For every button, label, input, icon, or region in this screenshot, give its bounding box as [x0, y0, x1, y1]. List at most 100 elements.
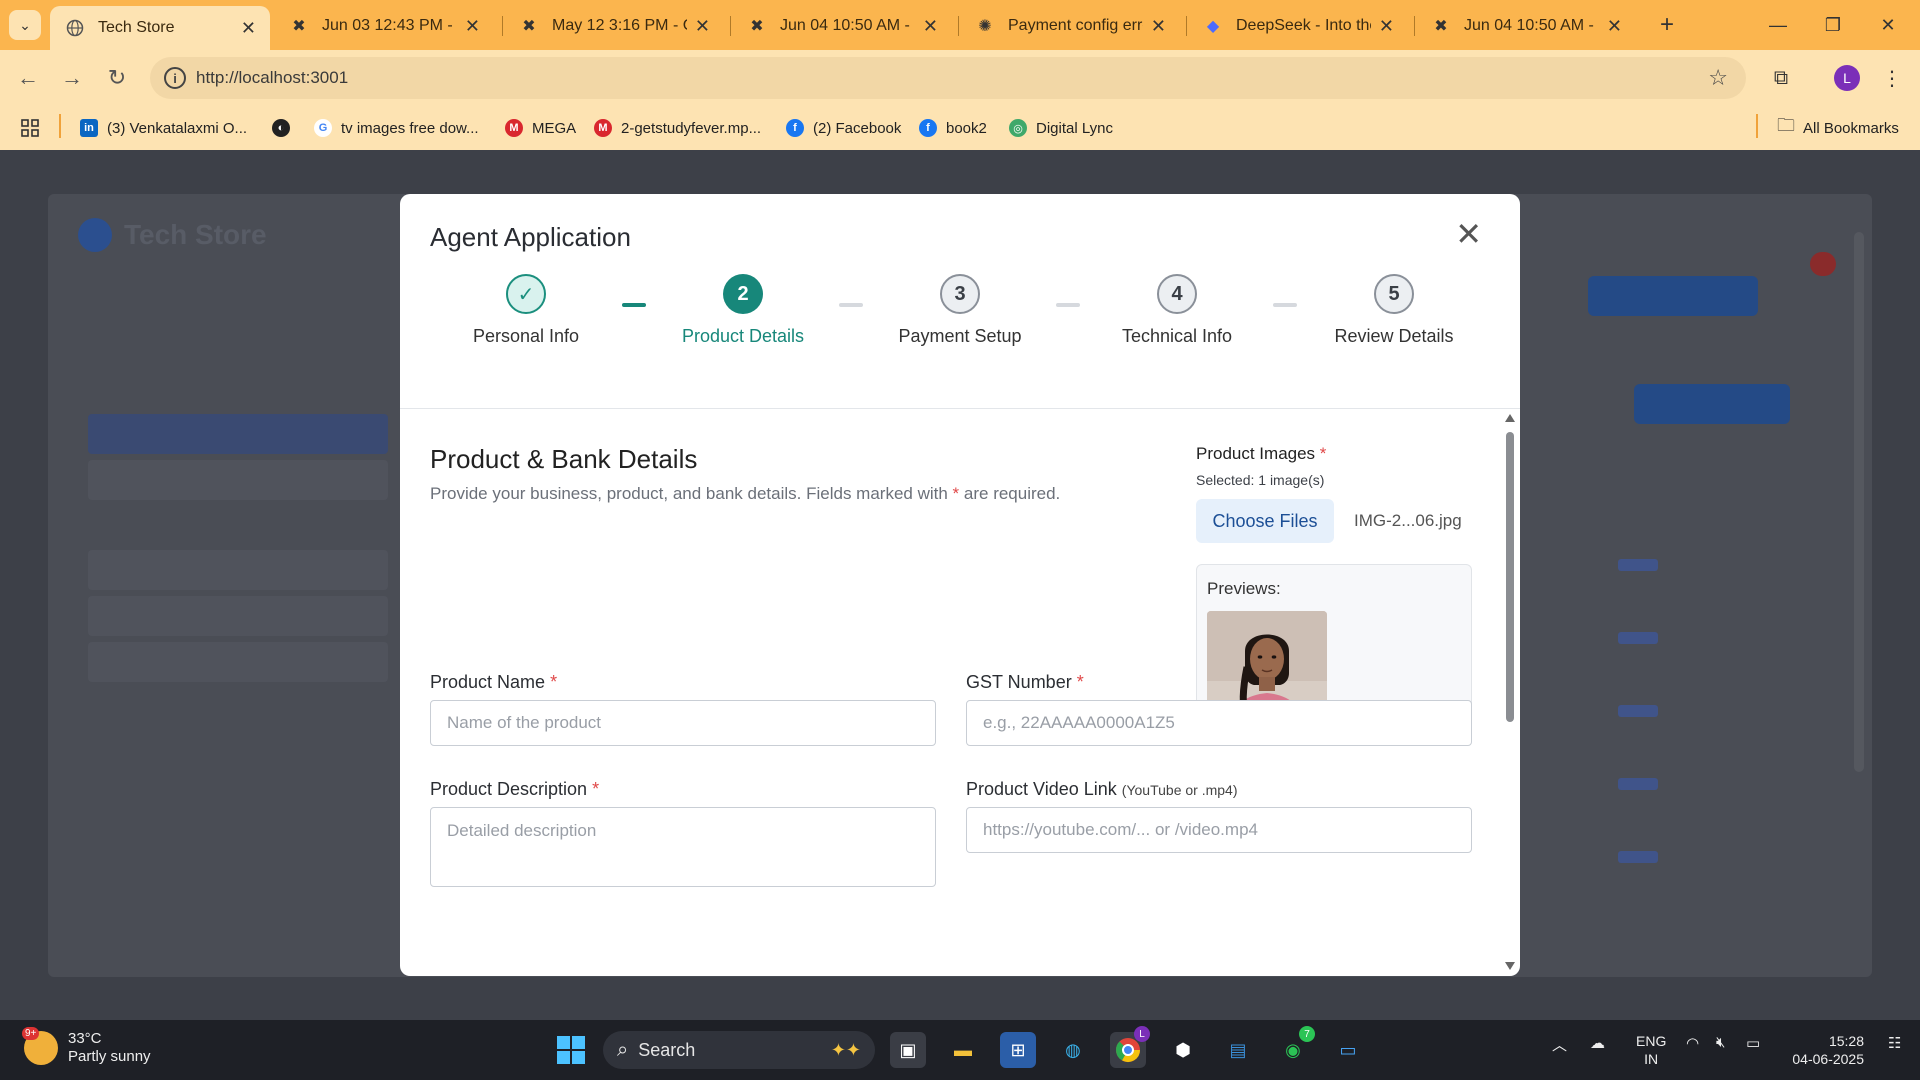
url-text: http://localhost:3001	[196, 68, 349, 87]
tab-item[interactable]: ✺ Payment config error ✕	[960, 6, 1180, 46]
label-text: Product Description	[430, 779, 588, 799]
tab-title: Payment config error	[1008, 17, 1143, 34]
product-video-input[interactable]: https://youtube.com/... or /video.mp4	[966, 807, 1472, 853]
label-text: Product Video Link	[966, 779, 1117, 799]
terminal-icon[interactable]: ⬢	[1165, 1032, 1201, 1068]
dimmed-link	[1618, 705, 1658, 717]
wifi-icon[interactable]: ◠	[1686, 1034, 1699, 1052]
product-description-textarea[interactable]: Detailed description	[430, 807, 936, 887]
notifications-icon[interactable]: ☷	[1888, 1034, 1901, 1052]
weather-widget[interactable]: 9+ 33°C Partly sunny	[22, 1027, 151, 1066]
clock[interactable]: 15:28 04-06-2025	[1784, 1032, 1864, 1068]
check-icon: ✓	[506, 274, 546, 314]
tab-item[interactable]: ✖ Jun 03 12:43 PM - Co ✕	[274, 6, 494, 46]
bookmark-item[interactable]: in (3) Venkatalaxmi O...	[80, 116, 247, 140]
restore-button[interactable]: ❐	[1813, 10, 1853, 40]
dimmed-row	[88, 550, 388, 590]
new-tab-button[interactable]: +	[1651, 10, 1683, 40]
menu-kebab-icon[interactable]: ⋮	[1876, 62, 1908, 94]
step-personal-info[interactable]: ✓ Personal Info	[426, 274, 626, 347]
step-number: 3	[940, 274, 980, 314]
bookmarks-bar: in (3) Venkatalaxmi O... ◐ G tv images f…	[0, 106, 1920, 150]
whatsapp-icon[interactable]: ◉ 7	[1275, 1026, 1315, 1068]
bookmark-item[interactable]: G tv images free dow...	[314, 116, 479, 140]
close-icon[interactable]: ✕	[695, 16, 710, 37]
selected-file-name: IMG-2...06.jpg	[1354, 511, 1462, 530]
scrollbar-thumb[interactable]	[1506, 432, 1514, 722]
close-icon[interactable]: ✕	[465, 16, 480, 37]
tab-title: Jun 04 10:50 AM - Co	[780, 17, 915, 34]
extensions-icon[interactable]: ⧉	[1765, 62, 1797, 94]
bookmark-star-icon[interactable]: ☆	[1708, 65, 1728, 91]
browser-toolbar: ← → ↻ i http://localhost:3001 ☆ ⧉ L ⋮	[0, 50, 1920, 106]
weather-sun-icon: 9+	[22, 1027, 58, 1065]
product-name-input[interactable]: Name of the product	[430, 700, 936, 746]
choose-files-button[interactable]: Choose Files	[1196, 499, 1334, 543]
bookmark-item[interactable]: ◐	[272, 116, 299, 140]
onedrive-icon[interactable]: ☁	[1590, 1034, 1605, 1052]
bookmark-item[interactable]: M 2-getstudyfever.mp...	[594, 116, 761, 140]
step-review-details[interactable]: 5 Review Details	[1294, 274, 1494, 347]
close-icon[interactable]: ✕	[923, 16, 938, 37]
google-icon: G	[314, 119, 332, 137]
bookmark-label: (3) Venkatalaxmi O...	[107, 119, 248, 137]
tab-tech-store[interactable]: Tech Store ✕	[50, 6, 270, 50]
step-product-details[interactable]: 2 Product Details	[643, 274, 843, 347]
address-bar[interactable]: i http://localhost:3001 ☆	[150, 57, 1746, 99]
close-icon[interactable]: ✕	[1455, 218, 1482, 250]
store-icon[interactable]: ⊞	[1000, 1032, 1036, 1068]
gst-number-input[interactable]: e.g., 22AAAAA0000A1Z5	[966, 700, 1472, 746]
minimize-button[interactable]: —	[1758, 10, 1798, 40]
task-view-icon[interactable]: ▣	[890, 1032, 926, 1068]
tab-item[interactable]: ✖ Jun 04 10:50 AM - Co ✕	[732, 6, 952, 46]
subtitle-text: are required.	[959, 484, 1061, 503]
tab-item[interactable]: ✖ Jun 04 10:50 AM - Co ✕	[1416, 6, 1636, 46]
weather-condition: Partly sunny	[68, 1048, 151, 1065]
bookmark-label: 2-getstudyfever.mp...	[621, 119, 762, 137]
bookmark-item[interactable]: f book2	[919, 116, 987, 140]
close-icon[interactable]: ✕	[1379, 16, 1394, 37]
taskbar-search[interactable]: ⌕ Search ✦✦	[603, 1031, 875, 1069]
edge-icon[interactable]: ◍	[1055, 1032, 1091, 1068]
scroll-up-icon[interactable]	[1505, 414, 1515, 422]
dimmed-row	[88, 414, 388, 454]
step-payment-setup[interactable]: 3 Payment Setup	[860, 274, 1060, 347]
windows-start-icon[interactable]	[553, 1032, 589, 1068]
chevron-up-icon[interactable]: ︿	[1552, 1034, 1567, 1055]
bookmark-label: (2) Facebook	[813, 119, 902, 137]
all-bookmarks[interactable]: 🗀 All Bookmarks	[1777, 115, 1899, 140]
mega-icon: M	[594, 119, 612, 137]
close-icon[interactable]: ✕	[241, 18, 256, 39]
modal-scrollbar[interactable]	[1504, 414, 1516, 970]
notepad-icon[interactable]: ▤	[1220, 1032, 1256, 1068]
scroll-down-icon[interactable]	[1505, 962, 1515, 970]
back-button[interactable]: ←	[12, 62, 44, 94]
apps-grid-icon[interactable]	[20, 116, 40, 140]
tab-item[interactable]: ◆ DeepSeek - Into the U ✕	[1188, 6, 1408, 46]
language-indicator[interactable]: ENG IN	[1636, 1032, 1666, 1068]
step-technical-info[interactable]: 4 Technical Info	[1077, 274, 1277, 347]
close-icon[interactable]: ✕	[1151, 16, 1166, 37]
close-icon[interactable]: ✕	[1607, 16, 1622, 37]
close-window-button[interactable]: ✕	[1868, 10, 1908, 40]
chrome-icon[interactable]: L	[1110, 1026, 1150, 1068]
file-explorer-icon[interactable]: ▬	[945, 1032, 981, 1068]
time: 15:28	[1828, 1033, 1864, 1049]
bookmark-item[interactable]: M MEGA	[505, 116, 576, 140]
globe-icon	[64, 17, 86, 39]
site-info-icon[interactable]: i	[164, 67, 186, 89]
remote-desktop-icon[interactable]: ▭	[1330, 1032, 1366, 1068]
profile-avatar[interactable]: L	[1834, 65, 1860, 91]
tab-search-button[interactable]: ⌄	[9, 10, 41, 40]
volume-muted-icon[interactable]: 🔇︎	[1716, 1034, 1725, 1051]
forward-button[interactable]: →	[56, 62, 88, 94]
battery-icon[interactable]: ▭	[1746, 1034, 1760, 1052]
bookmark-item[interactable]: f (2) Facebook	[786, 116, 901, 140]
bookmark-item[interactable]: ◎ Digital Lync	[1009, 116, 1113, 140]
step-label: Technical Info	[1121, 326, 1233, 346]
step-label: Review Details	[1334, 326, 1454, 346]
tab-item[interactable]: ✖ May 12 3:16 PM - Co ✕	[504, 6, 724, 46]
dimmed-link	[1618, 559, 1658, 571]
reload-button[interactable]: ↻	[101, 62, 133, 94]
tab-title: Jun 03 12:43 PM - Co	[322, 17, 457, 34]
